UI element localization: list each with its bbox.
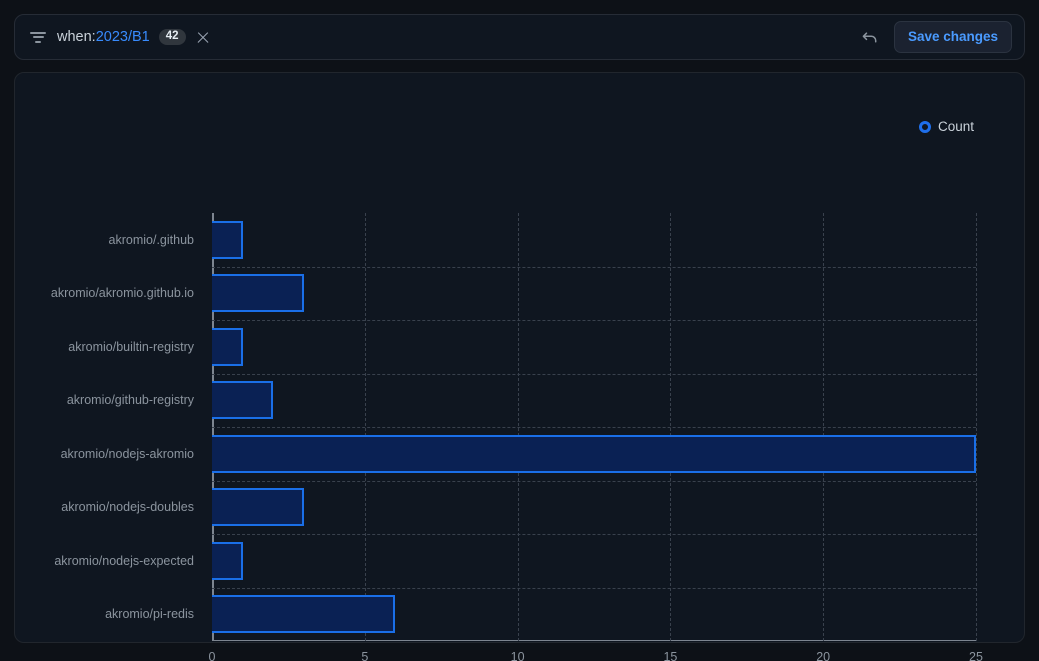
chart-bar-row: akromio/nodejs-expected — [54, 534, 976, 588]
undo-arrow-icon[interactable] — [856, 23, 884, 51]
filter-bar: when:2023/B1 42 Save changes — [14, 14, 1025, 60]
app-root: when:2023/B1 42 Save changes Count 0 5 10 1… — [0, 0, 1039, 661]
chart-bar-row: akromio/akromio.github.io — [51, 267, 976, 321]
chart-bar[interactable] — [212, 595, 396, 634]
x-gridline — [976, 213, 977, 641]
y-axis-category-label: akromio/nodejs-doubles — [61, 500, 194, 515]
chart-bar-row: akromio/github-registry — [67, 374, 976, 428]
filter-bar-left: when:2023/B1 42 — [29, 28, 856, 46]
y-axis-category-label: akromio/github-registry — [66, 393, 194, 408]
filter-value: 2023/B1 — [95, 29, 150, 45]
filter-key: when: — [57, 29, 96, 45]
x-axis-tick-label: 0 — [208, 650, 216, 661]
chart-bar-row: akromio/nodejs-doubles — [61, 481, 976, 535]
x-axis-tick-label: 25 — [969, 650, 983, 661]
x-axis-tick-label: 5 — [361, 650, 369, 661]
save-changes-button[interactable]: Save changes — [893, 20, 1012, 54]
filter-icon — [29, 28, 47, 46]
chart-bar[interactable] — [212, 434, 976, 473]
chart-plot-area: 0 5 10 15 20 25 akromio/.github akromio/akromio… — [51, 213, 983, 661]
chart-bar[interactable] — [212, 488, 304, 527]
chart-bar[interactable] — [212, 327, 243, 366]
chart-bar-row: akromio/builtin-registry — [68, 320, 976, 374]
y-axis-category-label: akromio/akromio.github.io — [50, 286, 194, 301]
x-axis-tick-label: 15 — [663, 650, 678, 661]
legend-marker-count — [918, 120, 931, 133]
chart-bar-row: akromio/.github — [109, 213, 976, 267]
chart-bar[interactable] — [212, 541, 243, 580]
y-axis-category-label: akromio/nodejs-expected — [54, 553, 194, 568]
chart-bar[interactable] — [212, 274, 304, 313]
legend-label-count: Count — [937, 119, 974, 134]
chart-panel: Count 0 5 10 15 20 25 akromio/.github akromio/a… — [14, 72, 1025, 661]
filter-expression: when:2023/B1 — [57, 29, 150, 45]
y-axis-category-label: akromio/nodejs-akromio — [60, 446, 194, 461]
chart-bar[interactable] — [212, 381, 274, 420]
chart-bar-row: akromio/nodejs-akromio — [61, 427, 976, 481]
chart-legend[interactable]: Count — [918, 119, 974, 134]
x-axis-tick-label: 10 — [510, 650, 525, 661]
y-axis-category-label: akromio/.github — [108, 232, 194, 247]
filter-bar-right: Save changes — [856, 20, 1012, 54]
filter-chip[interactable]: when:2023/B1 42 — [57, 28, 211, 46]
y-axis-category-label: akromio/pi-redis — [105, 607, 194, 622]
chart-bar-row: akromio/pi-redis — [105, 588, 976, 642]
close-icon[interactable] — [195, 29, 211, 45]
filter-count-badge: 42 — [158, 28, 186, 46]
chart-bar[interactable] — [212, 220, 243, 259]
y-axis-category-label: akromio/builtin-registry — [68, 339, 194, 354]
x-axis-tick-label: 20 — [816, 650, 831, 661]
